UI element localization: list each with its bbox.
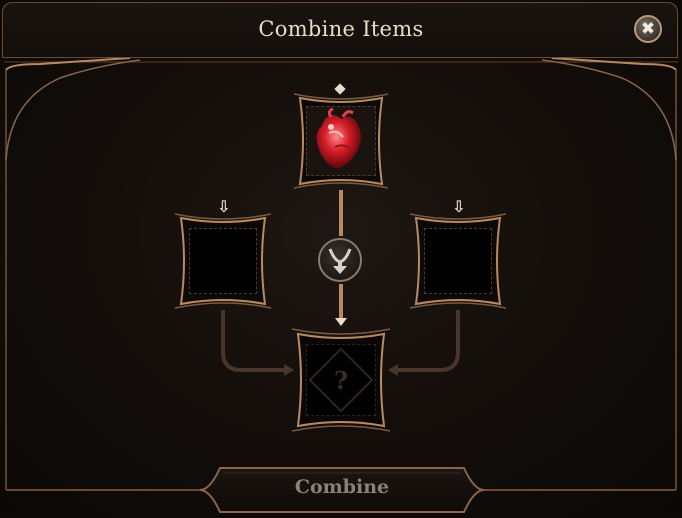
ingredient-slot-left[interactable] xyxy=(173,212,273,310)
combine-button-label: Combine xyxy=(294,476,390,498)
empty-slot-inner xyxy=(189,228,257,294)
close-icon[interactable]: ✖ xyxy=(634,15,662,43)
red-heart-item-icon xyxy=(316,107,361,169)
combine-symbol-icon xyxy=(318,238,362,282)
slot-inner xyxy=(306,106,376,176)
ingredient-slot-right[interactable] xyxy=(408,212,508,310)
empty-slot-inner xyxy=(424,228,492,294)
window-title: Combine Items xyxy=(258,17,424,41)
ingredient-slot-top[interactable] xyxy=(290,92,392,190)
combine-items-panel: Combine Items ✖ ⇩ ⇩ ? Combine xyxy=(0,0,682,515)
unknown-result-placeholder: ? xyxy=(333,366,349,395)
